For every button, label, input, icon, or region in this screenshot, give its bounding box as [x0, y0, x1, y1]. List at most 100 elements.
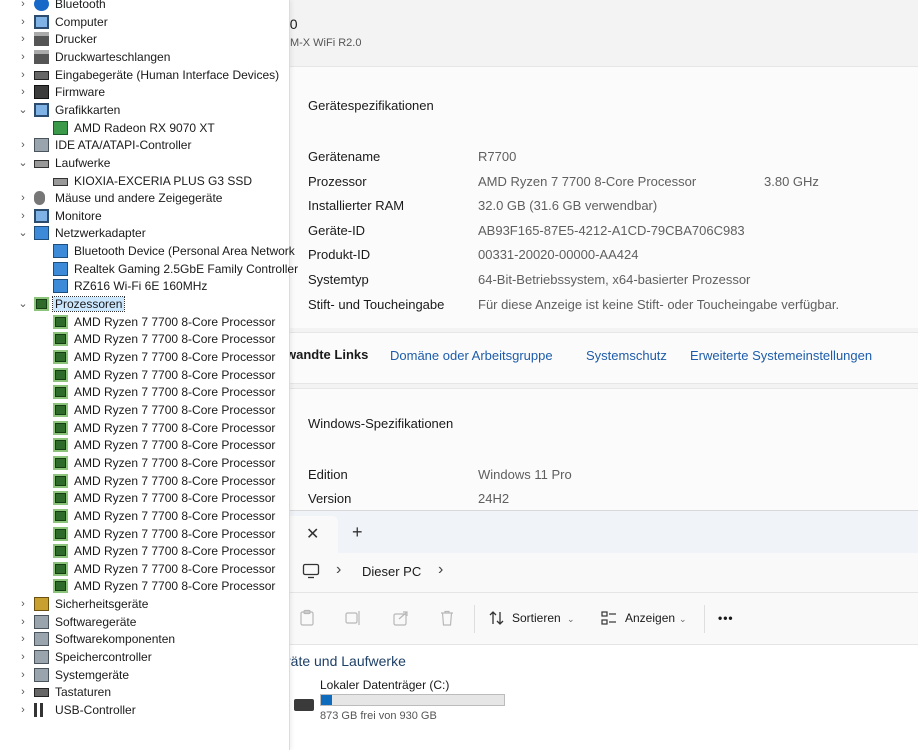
device-category[interactable]: › Tastaturen [0, 683, 290, 701]
chevron-right-icon[interactable]: › [17, 630, 29, 648]
device-item[interactable]: AMD Ryzen 7 7700 8-Core Processor [0, 436, 290, 454]
device-item[interactable]: KIOXIA-EXCERIA PLUS G3 SSD [0, 172, 290, 190]
device-item[interactable]: AMD Ryzen 7 7700 8-Core Processor [0, 313, 290, 331]
device-category[interactable]: ⌄ Grafikkarten [0, 101, 290, 119]
explorer-tab-bar: ✕ + [280, 511, 918, 553]
chevron-right-icon[interactable]: › [17, 13, 29, 31]
spec-row: Geräte-ID AB93F165-87E5-4212-A1CD-79CBA70… [308, 223, 908, 243]
device-item[interactable]: AMD Ryzen 7 7700 8-Core Processor [0, 577, 290, 595]
device-item[interactable]: AMD Ryzen 7 7700 8-Core Processor [0, 383, 290, 401]
chevron-right-icon[interactable]: › [17, 613, 29, 631]
spec-key: Gerätename [308, 149, 381, 164]
link-domain-workgroup[interactable]: Domäne oder Arbeitsgruppe [390, 348, 553, 363]
device-item[interactable]: RZ616 Wi-Fi 6E 160MHz [0, 277, 290, 295]
device-label: AMD Ryzen 7 7700 8-Core Processor [74, 402, 276, 417]
chevron-right-icon[interactable]: › [17, 189, 29, 207]
device-label: KIOXIA-EXCERIA PLUS G3 SSD [74, 173, 253, 188]
device-item[interactable]: AMD Radeon RX 9070 XT [0, 119, 290, 137]
chevron-right-icon[interactable]: › [17, 683, 29, 701]
new-tab-icon[interactable]: + [352, 522, 363, 543]
chevron-right-icon[interactable]: › [336, 561, 341, 579]
device-category[interactable]: › Sicherheitsgeräte [0, 595, 290, 613]
device-category[interactable]: › Systemgeräte [0, 666, 290, 684]
device-label: AMD Ryzen 7 7700 8-Core Processor [74, 367, 276, 382]
device-category[interactable]: › IDE ATA/ATAPI-Controller [0, 136, 290, 154]
spec-extra-value: 3.80 GHz [764, 173, 819, 189]
address-bar[interactable]: › Dieser PC › [280, 553, 918, 593]
chevron-down-icon[interactable]: ⌄ [679, 614, 687, 625]
device-category[interactable]: › Softwarekomponenten [0, 630, 290, 648]
device-category[interactable]: ⌄ Prozessoren [0, 295, 290, 313]
chevron-down-icon[interactable]: ⌄ [17, 101, 29, 119]
device-item[interactable]: AMD Ryzen 7 7700 8-Core Processor [0, 542, 290, 560]
chevron-right-icon[interactable]: › [17, 83, 29, 101]
chevron-right-icon[interactable]: › [17, 66, 29, 84]
processor-icon [53, 491, 68, 506]
view-icon[interactable] [600, 609, 618, 627]
processor-icon [53, 314, 68, 329]
device-category[interactable]: › Mäuse und andere Zeigegeräte [0, 189, 290, 207]
device-item[interactable]: AMD Ryzen 7 7700 8-Core Processor [0, 525, 290, 543]
device-category[interactable]: › Bluetooth [0, 0, 290, 13]
drives-group-title[interactable]: räte und Laufwerke [286, 653, 406, 669]
device-category[interactable]: ⌄ Netzwerkadapter [0, 224, 290, 242]
software-device-icon [34, 614, 49, 629]
chevron-right-icon[interactable]: › [17, 136, 29, 154]
device-item[interactable]: AMD Ryzen 7 7700 8-Core Processor [0, 489, 290, 507]
chevron-right-icon[interactable]: › [17, 30, 29, 48]
share-icon[interactable] [392, 609, 410, 627]
device-item[interactable]: Bluetooth Device (Personal Area Network [0, 242, 295, 260]
monitor-icon [34, 208, 49, 223]
device-item[interactable]: AMD Ryzen 7 7700 8-Core Processor [0, 419, 290, 437]
device-item[interactable]: AMD Ryzen 7 7700 8-Core Processor [0, 454, 290, 472]
device-category[interactable]: › Eingabegeräte (Human Interface Devices) [0, 66, 290, 84]
chevron-right-icon[interactable]: › [17, 595, 29, 613]
network-icon [53, 279, 68, 294]
device-item[interactable]: AMD Ryzen 7 7700 8-Core Processor [0, 366, 290, 384]
chevron-right-icon[interactable]: › [17, 48, 29, 66]
device-item[interactable]: AMD Ryzen 7 7700 8-Core Processor [0, 472, 290, 490]
device-category[interactable]: › Drucker [0, 30, 290, 48]
chevron-right-icon[interactable]: › [17, 0, 29, 13]
sort-icon[interactable] [488, 609, 506, 627]
device-item[interactable]: AMD Ryzen 7 7700 8-Core Processor [0, 507, 290, 525]
processor-icon [53, 438, 68, 453]
device-label: Netzwerkadapter [55, 226, 146, 241]
device-label: AMD Ryzen 7 7700 8-Core Processor [74, 579, 276, 594]
device-category[interactable]: › Druckwarteschlangen [0, 48, 290, 66]
file-explorer-window: ✕ + › Dieser PC › Sortieren ⌄ Anzeigen ⌄… [280, 510, 918, 750]
chevron-right-icon[interactable]: › [17, 701, 29, 719]
close-tab-icon[interactable]: ✕ [306, 524, 319, 544]
chevron-down-icon[interactable]: ⌄ [567, 614, 575, 625]
chevron-right-icon[interactable]: › [17, 648, 29, 666]
chevron-down-icon[interactable]: ⌄ [17, 295, 29, 313]
view-button[interactable]: Anzeigen [625, 611, 675, 625]
more-options-icon[interactable]: ••• [718, 611, 734, 625]
rename-icon[interactable] [344, 609, 362, 627]
device-category[interactable]: › Computer [0, 13, 290, 31]
device-category[interactable]: ⌄ Laufwerke [0, 154, 290, 172]
chevron-down-icon[interactable]: ⌄ [17, 224, 29, 242]
device-item[interactable]: AMD Ryzen 7 7700 8-Core Processor [0, 348, 290, 366]
device-item[interactable]: Realtek Gaming 2.5GbE Family Controller [0, 260, 298, 278]
device-category[interactable]: › Softwaregeräte [0, 613, 290, 631]
device-item[interactable]: AMD Ryzen 7 7700 8-Core Processor [0, 560, 290, 578]
link-advanced-settings[interactable]: Erweiterte Systemeinstellungen [690, 348, 872, 363]
link-system-protection[interactable]: Systemschutz [586, 348, 667, 363]
device-category[interactable]: › Monitore [0, 207, 290, 225]
device-category[interactable]: › Speichercontroller [0, 648, 290, 666]
drive-icon[interactable] [294, 699, 314, 711]
delete-icon[interactable] [438, 609, 456, 627]
sort-button[interactable]: Sortieren [512, 611, 561, 625]
drive-c-name[interactable]: Lokaler Datenträger (C:) [320, 678, 449, 692]
chevron-down-icon[interactable]: ⌄ [17, 154, 29, 172]
paste-icon[interactable] [298, 609, 316, 627]
device-item[interactable]: AMD Ryzen 7 7700 8-Core Processor [0, 401, 290, 419]
device-category[interactable]: › Firmware [0, 83, 290, 101]
chevron-right-icon[interactable]: › [17, 666, 29, 684]
device-item[interactable]: AMD Ryzen 7 7700 8-Core Processor [0, 330, 290, 348]
breadcrumb-this-pc[interactable]: Dieser PC [362, 564, 421, 579]
chevron-right-icon[interactable]: › [17, 207, 29, 225]
chevron-right-icon[interactable]: › [438, 561, 443, 579]
device-category[interactable]: › USB-Controller [0, 701, 290, 719]
